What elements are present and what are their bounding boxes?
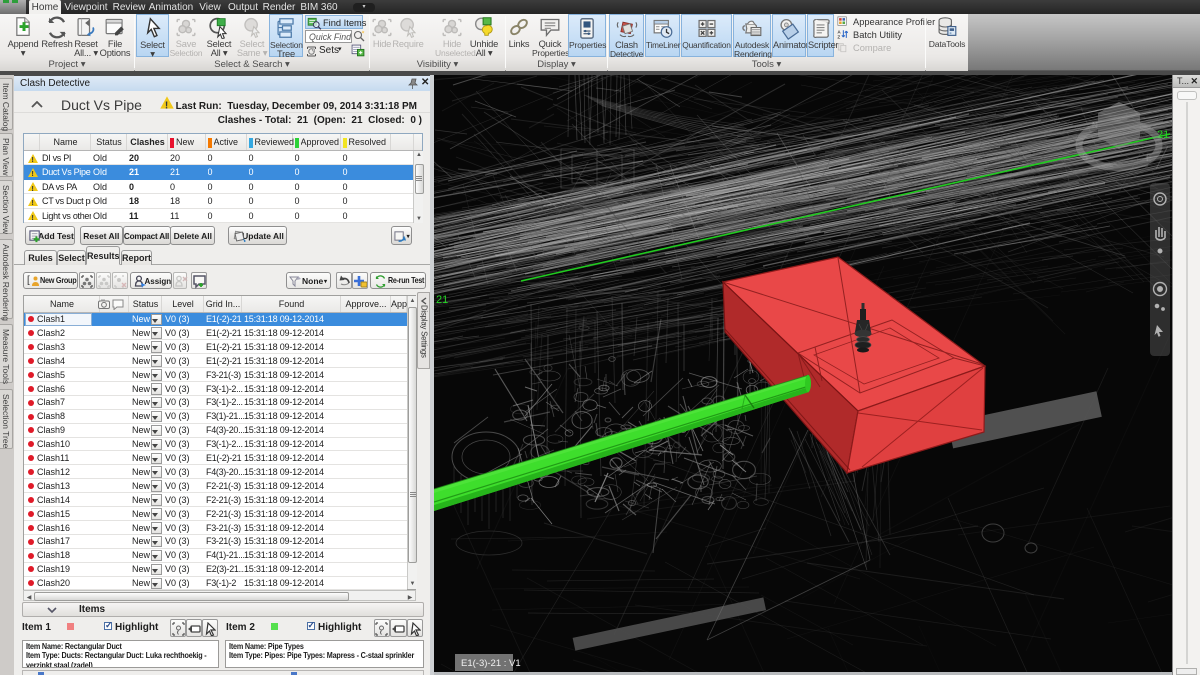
svg-text:A: A <box>837 30 841 35</box>
svg-text:Z: Z <box>837 35 840 40</box>
svg-text:21: 21 <box>436 294 448 306</box>
svg-text:S: S <box>1082 152 1088 162</box>
svg-text:N: N <box>1092 121 1098 130</box>
svg-text:E1(-3)-21 : V1: E1(-3)-21 : V1 <box>461 658 521 669</box>
svg-text:E: E <box>1146 153 1152 163</box>
